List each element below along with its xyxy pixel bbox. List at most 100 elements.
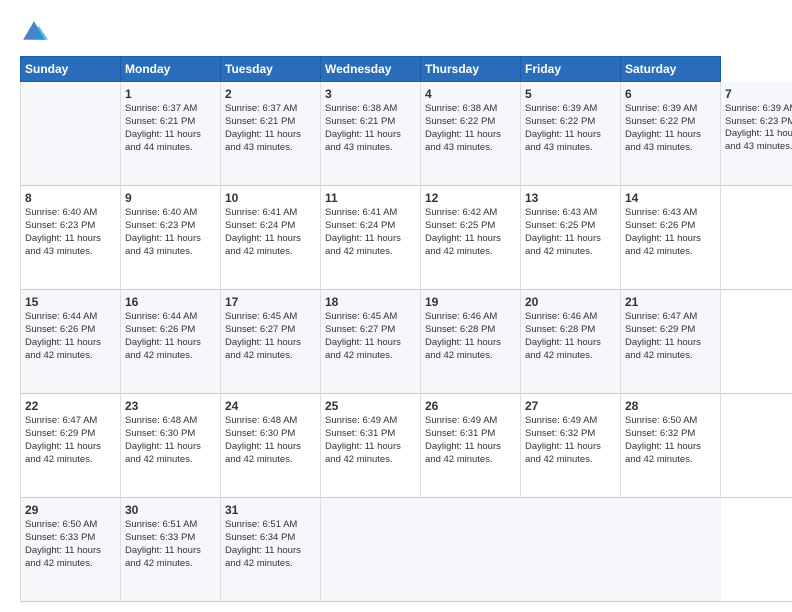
day-number: 5: [525, 86, 616, 102]
day-info: Sunrise: 6:50 AMSunset: 6:33 PMDaylight:…: [25, 519, 116, 570]
day-cell: 24Sunrise: 6:48 AMSunset: 6:30 PMDayligh…: [221, 394, 321, 498]
day-info: Sunrise: 6:41 AMSunset: 6:24 PMDaylight:…: [325, 207, 416, 258]
page: SundayMondayTuesdayWednesdayThursdayFrid…: [0, 0, 792, 612]
day-number: 19: [425, 294, 516, 310]
day-cell: [621, 498, 721, 602]
day-number: 11: [325, 190, 416, 206]
day-info: Sunrise: 6:43 AMSunset: 6:25 PMDaylight:…: [525, 207, 616, 258]
day-number: 25: [325, 398, 416, 414]
day-cell: 16Sunrise: 6:44 AMSunset: 6:26 PMDayligh…: [121, 290, 221, 394]
day-cell: 1Sunrise: 6:37 AMSunset: 6:21 PMDaylight…: [121, 82, 221, 186]
week-row-3: 22Sunrise: 6:47 AMSunset: 6:29 PMDayligh…: [21, 394, 792, 498]
day-info: Sunrise: 6:51 AMSunset: 6:34 PMDaylight:…: [225, 519, 316, 570]
col-header-friday: Friday: [521, 57, 621, 82]
header-row: SundayMondayTuesdayWednesdayThursdayFrid…: [21, 57, 792, 82]
day-cell: 10Sunrise: 6:41 AMSunset: 6:24 PMDayligh…: [221, 186, 321, 290]
day-number: 31: [225, 502, 316, 518]
col-header-thursday: Thursday: [421, 57, 521, 82]
day-cell: 30Sunrise: 6:51 AMSunset: 6:33 PMDayligh…: [121, 498, 221, 602]
day-info: Sunrise: 6:47 AMSunset: 6:29 PMDaylight:…: [625, 311, 716, 362]
day-info: Sunrise: 6:38 AMSunset: 6:21 PMDaylight:…: [325, 103, 416, 154]
day-info: Sunrise: 6:49 AMSunset: 6:31 PMDaylight:…: [325, 415, 416, 466]
day-number: 18: [325, 294, 416, 310]
day-cell: 23Sunrise: 6:48 AMSunset: 6:30 PMDayligh…: [121, 394, 221, 498]
day-number: 9: [125, 190, 216, 206]
col-header-tuesday: Tuesday: [221, 57, 321, 82]
col-header-sunday: Sunday: [21, 57, 121, 82]
day-info: Sunrise: 6:47 AMSunset: 6:29 PMDaylight:…: [25, 415, 116, 466]
day-info: Sunrise: 6:42 AMSunset: 6:25 PMDaylight:…: [425, 207, 516, 258]
day-cell: [321, 498, 421, 602]
day-cell: 6Sunrise: 6:39 AMSunset: 6:22 PMDaylight…: [621, 82, 721, 186]
day-number: 28: [625, 398, 716, 414]
day-cell: 12Sunrise: 6:42 AMSunset: 6:25 PMDayligh…: [421, 186, 521, 290]
day-number: 1: [125, 86, 216, 102]
day-number: 29: [25, 502, 116, 518]
day-info: Sunrise: 6:46 AMSunset: 6:28 PMDaylight:…: [525, 311, 616, 362]
col-header-wednesday: Wednesday: [321, 57, 421, 82]
col-header-saturday: Saturday: [621, 57, 721, 82]
day-cell: 28Sunrise: 6:50 AMSunset: 6:32 PMDayligh…: [621, 394, 721, 498]
day-number: 16: [125, 294, 216, 310]
day-cell: 27Sunrise: 6:49 AMSunset: 6:32 PMDayligh…: [521, 394, 621, 498]
day-info: Sunrise: 6:48 AMSunset: 6:30 PMDaylight:…: [225, 415, 316, 466]
day-number: 6: [625, 86, 716, 102]
day-cell: 20Sunrise: 6:46 AMSunset: 6:28 PMDayligh…: [521, 290, 621, 394]
logo: [20, 18, 52, 46]
day-cell: 14Sunrise: 6:43 AMSunset: 6:26 PMDayligh…: [621, 186, 721, 290]
day-cell: 26Sunrise: 6:49 AMSunset: 6:31 PMDayligh…: [421, 394, 521, 498]
week-row-4: 29Sunrise: 6:50 AMSunset: 6:33 PMDayligh…: [21, 498, 792, 602]
day-number: 20: [525, 294, 616, 310]
day-cell: [521, 498, 621, 602]
day-number: 8: [25, 190, 116, 206]
day-cell: 8Sunrise: 6:40 AMSunset: 6:23 PMDaylight…: [21, 186, 121, 290]
day-info: Sunrise: 6:37 AMSunset: 6:21 PMDaylight:…: [125, 103, 216, 154]
week-row-0: 1Sunrise: 6:37 AMSunset: 6:21 PMDaylight…: [21, 82, 792, 186]
day-cell: 25Sunrise: 6:49 AMSunset: 6:31 PMDayligh…: [321, 394, 421, 498]
day-number: 17: [225, 294, 316, 310]
day-info: Sunrise: 6:44 AMSunset: 6:26 PMDaylight:…: [125, 311, 216, 362]
day-number: 10: [225, 190, 316, 206]
day-info: Sunrise: 6:49 AMSunset: 6:32 PMDaylight:…: [525, 415, 616, 466]
day-info: Sunrise: 6:40 AMSunset: 6:23 PMDaylight:…: [125, 207, 216, 258]
week-row-1: 8 Sunrise: 6:40 AMSunset: 6:23 PMDaylight…: [21, 186, 792, 290]
day-info: Sunrise: 6:49 AMSunset: 6:31 PMDaylight:…: [425, 415, 516, 466]
day-cell: 19Sunrise: 6:46 AMSunset: 6:28 PMDayligh…: [421, 290, 521, 394]
day-number: 26: [425, 398, 516, 414]
day-info: Sunrise: 6:46 AMSunset: 6:28 PMDaylight:…: [425, 311, 516, 362]
calendar-header: SundayMondayTuesdayWednesdayThursdayFrid…: [21, 57, 792, 82]
day-info: Sunrise: 6:51 AMSunset: 6:33 PMDaylight:…: [125, 519, 216, 570]
day-cell: 5Sunrise: 6:39 AMSunset: 6:22 PMDaylight…: [521, 82, 621, 186]
day-cell: [421, 498, 521, 602]
day-cell: 15Sunrise: 6:44 AMSunset: 6:26 PMDayligh…: [21, 290, 121, 394]
day-cell: 13Sunrise: 6:43 AMSunset: 6:25 PMDayligh…: [521, 186, 621, 290]
day-cell: 3Sunrise: 6:38 AMSunset: 6:21 PMDaylight…: [321, 82, 421, 186]
day-cell: 4Sunrise: 6:38 AMSunset: 6:22 PMDaylight…: [421, 82, 521, 186]
day-info: Sunrise: 6:43 AMSunset: 6:26 PMDaylight:…: [625, 207, 716, 258]
day-info: Sunrise: 6:45 AMSunset: 6:27 PMDaylight:…: [325, 311, 416, 362]
day-cell: 2Sunrise: 6:37 AMSunset: 6:21 PMDaylight…: [221, 82, 321, 186]
logo-icon: [20, 18, 48, 46]
day-number: 22: [25, 398, 116, 414]
header: [20, 18, 772, 46]
day-info: Sunrise: 6:44 AMSunset: 6:26 PMDaylight:…: [25, 311, 116, 362]
day-info: Sunrise: 6:38 AMSunset: 6:22 PMDaylight:…: [425, 103, 516, 154]
col-header-monday: Monday: [121, 57, 221, 82]
day-number: 13: [525, 190, 616, 206]
day-info: Sunrise: 6:50 AMSunset: 6:32 PMDaylight:…: [625, 415, 716, 466]
day-number: 24: [225, 398, 316, 414]
day-number: 4: [425, 86, 516, 102]
day-info: Sunrise: 6:41 AMSunset: 6:24 PMDaylight:…: [225, 207, 316, 258]
day-number: 23: [125, 398, 216, 414]
day-cell: 17Sunrise: 6:45 AMSunset: 6:27 PMDayligh…: [221, 290, 321, 394]
day-info: Sunrise: 6:39 AMSunset: 6:22 PMDaylight:…: [625, 103, 716, 154]
day-cell: 31Sunrise: 6:51 AMSunset: 6:34 PMDayligh…: [221, 498, 321, 602]
calendar-table: SundayMondayTuesdayWednesdayThursdayFrid…: [20, 56, 792, 602]
week-row-2: 15Sunrise: 6:44 AMSunset: 6:26 PMDayligh…: [21, 290, 792, 394]
day-number: 15: [25, 294, 116, 310]
day-info: Sunrise: 6:48 AMSunset: 6:30 PMDaylight:…: [125, 415, 216, 466]
day-cell: 7Sunrise: 6:39 AMSunset: 6:23 PMDaylight…: [721, 82, 792, 186]
day-number: 21: [625, 294, 716, 310]
day-number: 7: [725, 86, 792, 102]
empty-cell: [21, 82, 121, 186]
